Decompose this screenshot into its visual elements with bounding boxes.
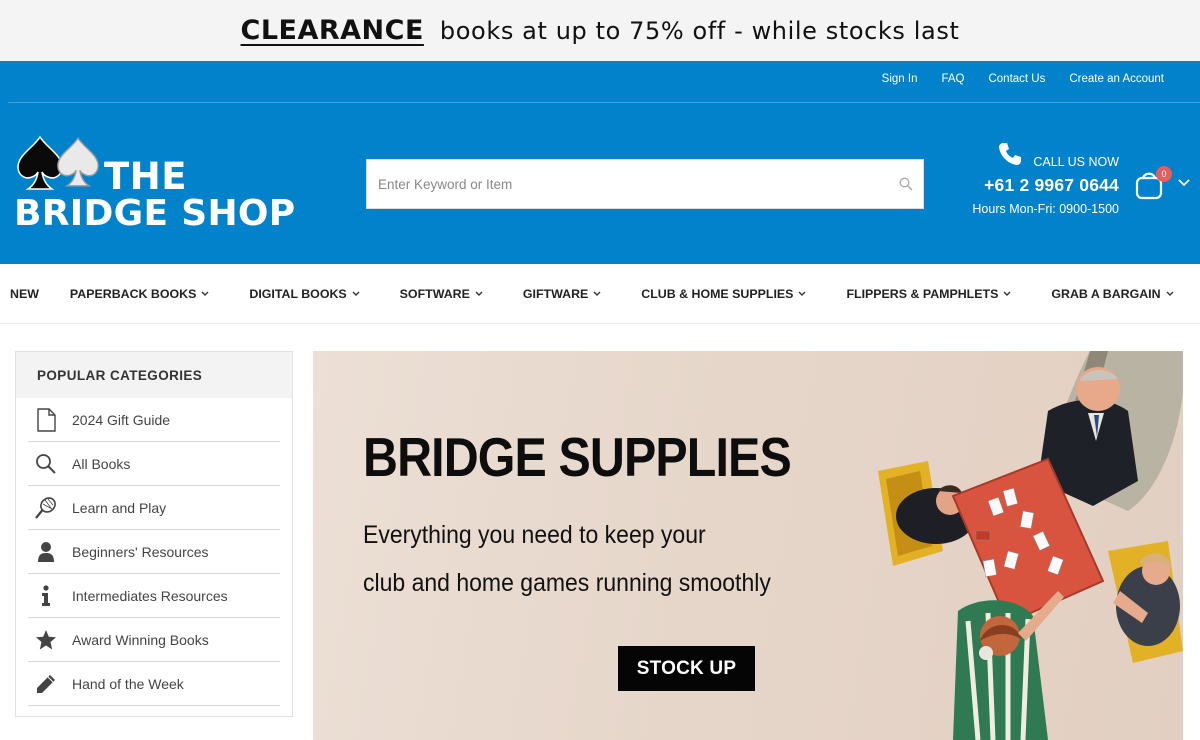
category-label: 2024 Gift Guide [72, 411, 171, 428]
chevron-down-icon [798, 291, 806, 296]
category-label: Hand of the Week [72, 675, 184, 692]
popular-categories-panel: POPULAR CATEGORIES 2024 Gift Guide All B… [15, 351, 293, 717]
star-icon [34, 628, 58, 652]
promo-text: books at up to 75% off - while stocks la… [439, 16, 960, 45]
nav-item-new[interactable]: NEW [10, 287, 39, 301]
phone-number[interactable]: +61 2 9967 0644 [972, 175, 1119, 196]
promo-highlight[interactable]: CLEARANCE [241, 15, 424, 46]
category-learn-and-play[interactable]: Learn and Play [28, 486, 280, 530]
chevron-down-icon [593, 291, 601, 296]
chevron-down-icon [201, 291, 209, 296]
chevron-down-icon[interactable] [1178, 179, 1190, 187]
nav-item-label: PAPERBACK BOOKS [69, 286, 197, 301]
nav-item-label: GRAB A BARGAIN [1051, 286, 1161, 301]
info-icon [34, 584, 58, 608]
nav-item-label: GIFTWARE [522, 286, 589, 301]
white-spade-icon [57, 136, 99, 187]
card-players-illustration [878, 351, 1183, 740]
top-links: Sign In FAQ Contact Us Create an Account [882, 73, 1164, 85]
category-label: Intermediates Resources [72, 587, 228, 604]
category-label: Beginners' Resources [72, 543, 209, 560]
banner-subtitle: Everything you need to keep your club an… [363, 511, 771, 607]
create-account-link[interactable]: Create an Account [1069, 73, 1164, 85]
pencil-icon [34, 672, 58, 696]
nav-item-digital-books[interactable]: DIGITAL BOOKS [249, 286, 360, 301]
nav-item-label: FLIPPERS & PAMPHLETS [846, 286, 999, 301]
nav-item-giftware[interactable]: GIFTWARE [523, 287, 601, 301]
category-label: Award Winning Books [72, 631, 209, 648]
sidebar-title: POPULAR CATEGORIES [16, 352, 292, 398]
tennis-racket-icon [34, 496, 58, 520]
category-label: All Books [72, 455, 131, 472]
chevron-down-icon [475, 291, 483, 296]
sign-in-link[interactable]: Sign In [882, 73, 918, 85]
search-input[interactable] [367, 160, 923, 208]
nav-item-paperback-books[interactable]: PAPERBACK BOOKS [70, 287, 209, 301]
nav-item-label: SOFTWARE [399, 286, 470, 301]
call-us-label: CALL US NOW [1033, 155, 1119, 169]
user-icon [34, 540, 58, 564]
category-intermediates-resources[interactable]: Intermediates Resources [28, 574, 280, 618]
banner-title: BRIDGE SUPPLIES [363, 426, 792, 488]
faq-link[interactable]: FAQ [941, 73, 964, 85]
contact-us-link[interactable]: Contact Us [988, 73, 1045, 85]
nav-item-flippers-pamphlets[interactable]: FLIPPERS & PAMPHLETS [846, 287, 1011, 301]
search-icon [34, 452, 58, 476]
cart-count-badge: 0 [1156, 166, 1172, 182]
chevron-down-icon [1003, 291, 1011, 296]
category-all-books[interactable]: All Books [28, 442, 280, 486]
document-icon [34, 407, 58, 432]
category-list: 2024 Gift Guide All Books Learn and Play… [16, 398, 292, 706]
banner-subtitle-line2: club and home games running smoothly [363, 569, 771, 597]
phone-icon [999, 143, 1021, 165]
category-beginners-resources[interactable]: Beginners' Resources [28, 530, 280, 574]
logo-text-the: THE [104, 155, 187, 198]
nav-item-label: DIGITAL BOOKS [249, 286, 347, 301]
nav-item-label: NEW [10, 286, 39, 301]
hero-banner[interactable]: BRIDGE SUPPLIES Everything you need to k… [313, 351, 1183, 740]
business-hours: Hours Mon-Fri: 0900-1500 [972, 202, 1119, 216]
category-award-winning-books[interactable]: Award Winning Books [28, 618, 280, 662]
promo-bar[interactable]: CLEARANCE books at up to 75% off - while… [0, 0, 1200, 61]
logo-text-name: BRIDGE SHOP [14, 193, 296, 234]
search-icon[interactable] [899, 177, 913, 191]
site-header: Sign In FAQ Contact Us Create an Account… [0, 61, 1200, 264]
search-box [366, 159, 924, 209]
nav-item-grab-a-bargain[interactable]: GRAB A BARGAIN [1051, 286, 1174, 301]
category-label: Learn and Play [72, 499, 167, 516]
category-hand-of-the-week[interactable]: Hand of the Week [28, 662, 280, 706]
main-nav: NEW PAPERBACK BOOKS DIGITAL BOOKS SOFTWA… [0, 264, 1200, 324]
stock-up-button[interactable]: STOCK UP [618, 646, 755, 691]
nav-item-label: CLUB & HOME SUPPLIES [641, 286, 794, 301]
chevron-down-icon [352, 291, 360, 296]
contact-block: CALL US NOW +61 2 9967 0644 Hours Mon-Fr… [972, 141, 1119, 216]
category-gift-guide[interactable]: 2024 Gift Guide [28, 398, 280, 442]
chevron-down-icon [1166, 291, 1174, 296]
site-logo[interactable]: THE BRIDGE SHOP [14, 133, 314, 234]
banner-subtitle-line1: Everything you need to keep your [363, 521, 706, 549]
nav-item-software[interactable]: SOFTWARE [400, 287, 483, 301]
header-divider [8, 102, 1200, 103]
nav-item-club-home-supplies[interactable]: CLUB & HOME SUPPLIES [641, 287, 806, 301]
